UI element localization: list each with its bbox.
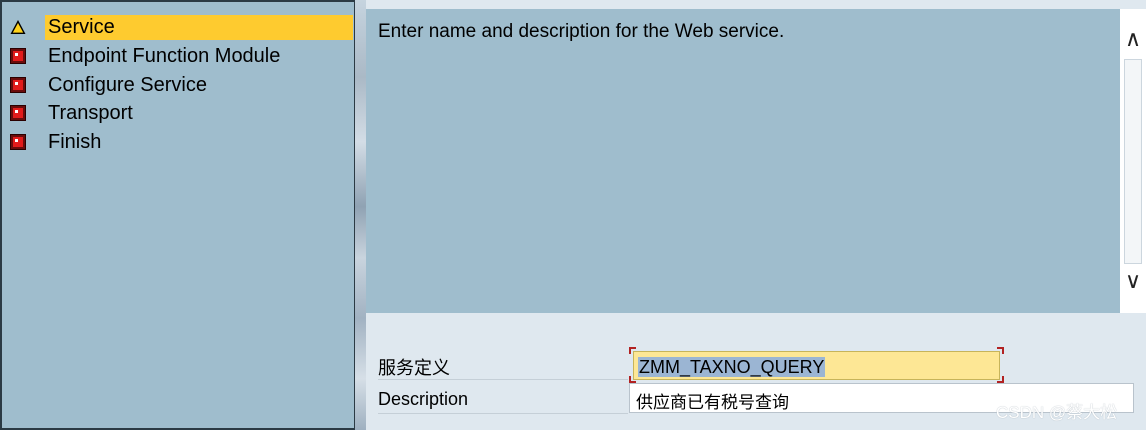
- step-configure-service[interactable]: Configure Service: [2, 72, 353, 99]
- error-stop-icon: [10, 48, 26, 64]
- warning-icon: [10, 20, 26, 34]
- required-marker: [997, 376, 1004, 383]
- step-label: Endpoint Function Module: [48, 45, 281, 67]
- step-endpoint-function-module[interactable]: Endpoint Function Module: [2, 43, 353, 70]
- step-label: Service: [45, 15, 353, 40]
- step-finish[interactable]: Finish: [2, 129, 353, 156]
- required-marker: [629, 376, 636, 383]
- pane-splitter[interactable]: [355, 0, 366, 430]
- instruction-panel: Enter name and description for the Web s…: [366, 9, 1120, 313]
- service-definition-box[interactable]: ZMM_TAXNO_QUERY: [633, 351, 1000, 380]
- divider: [378, 379, 628, 380]
- instruction-scrollbar[interactable]: ∧ ∨: [1120, 9, 1146, 313]
- step-service[interactable]: Service: [2, 14, 353, 41]
- step-label: Transport: [48, 102, 133, 124]
- divider: [378, 413, 628, 414]
- step-label: Configure Service: [48, 74, 207, 96]
- error-stop-icon: [10, 77, 26, 93]
- watermark: CSDN @蔡大松: [996, 403, 1118, 422]
- scrollbar-track[interactable]: [1124, 59, 1142, 264]
- chevron-down-icon[interactable]: ∨: [1120, 261, 1146, 301]
- required-marker: [629, 347, 636, 354]
- description-label: Description: [378, 389, 469, 409]
- chevron-up-icon[interactable]: ∧: [1120, 19, 1146, 59]
- service-definition-label: 服务定义: [378, 358, 450, 378]
- required-marker: [997, 347, 1004, 354]
- instruction-text: Enter name and description for the Web s…: [378, 21, 785, 42]
- wizard-steps-panel: Service Endpoint Function Module Configu…: [0, 0, 355, 430]
- error-stop-icon: [10, 105, 26, 121]
- step-transport[interactable]: Transport: [2, 100, 353, 127]
- description-value: 供应商已有税号查询: [636, 393, 789, 412]
- step-label: Finish: [48, 131, 102, 153]
- error-stop-icon: [10, 134, 26, 150]
- service-definition-value: ZMM_TAXNO_QUERY: [638, 357, 826, 377]
- service-definition-input[interactable]: ZMM_TAXNO_QUERY: [629, 347, 1004, 383]
